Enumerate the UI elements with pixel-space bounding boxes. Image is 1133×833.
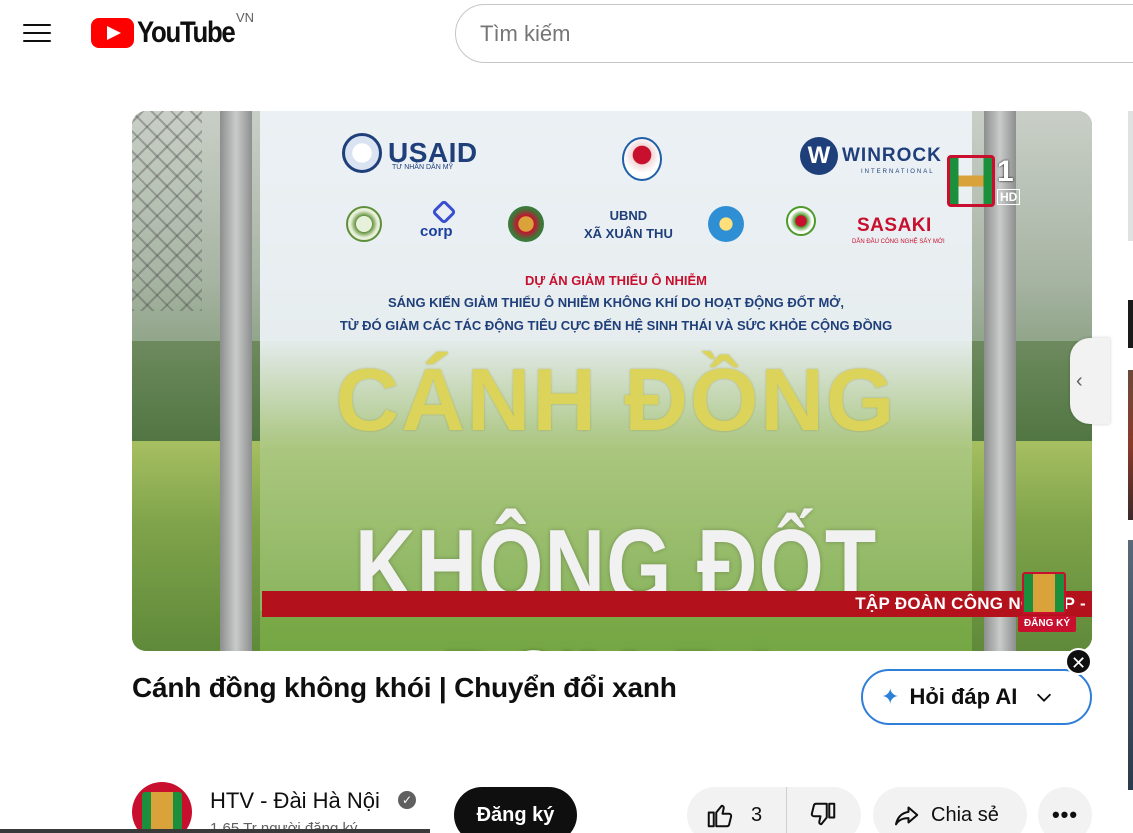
hanoi-h-logo-icon [1022, 572, 1066, 614]
like-dislike-group: 3 [687, 787, 861, 833]
ai-qa-label: Hỏi đáp AI [909, 684, 1018, 709]
ubnd-line-2: XÃ XUÂN THU [584, 225, 673, 241]
billboard-headline-2: KHÔNG ĐỐT RƠM RẠ [354, 507, 878, 651]
youtube-logo[interactable]: YouTube [91, 16, 250, 50]
vietnam-emblem-logo [622, 137, 662, 181]
chevron-down-icon [1037, 693, 1052, 702]
subscribe-watermark[interactable]: ĐĂNG KÝ [1018, 572, 1076, 632]
like-count: 3 [751, 803, 763, 826]
women-union-logo [708, 206, 744, 242]
project-line-2: SÁNG KIẾN GIẢM THIỂU Ô NHIỄM KHÔNG KHÍ D… [388, 295, 844, 310]
like-button[interactable]: 3 [687, 787, 787, 833]
billboard-headline-1: CÁNH ĐỒNG [335, 350, 897, 449]
hanoi-h-logo-icon [142, 792, 182, 832]
billboard-pole-left [220, 111, 252, 651]
winrock-w-icon: W [800, 137, 838, 175]
hanoi-h-logo-icon [947, 155, 995, 207]
winrock-subtext: INTERNATIONAL [861, 169, 935, 175]
taskbar-edge [0, 829, 430, 833]
more-actions-button[interactable]: ••• [1038, 787, 1092, 833]
dislike-button[interactable] [787, 787, 859, 833]
winrock-text: WINROCK [842, 145, 942, 166]
channel-name[interactable]: HTV - Đài Hà Nội [210, 788, 380, 814]
hd-badge: HD [997, 189, 1021, 205]
channel-number: 1 [997, 155, 1014, 188]
logo-text: YouTube [137, 16, 236, 49]
subscribe-button[interactable]: Đăng ký [454, 787, 577, 833]
dcorp-play-icon [431, 199, 457, 225]
sidebar-thumbnail[interactable] [1128, 111, 1133, 241]
video-title: Cánh đồng không khói | Chuyển đổi xanh [132, 672, 677, 703]
ubnd-label: UBND XÃ XUÂN THU [584, 207, 673, 242]
country-code: VN [236, 10, 255, 25]
menu-icon[interactable] [19, 17, 55, 49]
dcorp-text: corp [420, 223, 453, 240]
ai-qa-button[interactable]: ✦ Hỏi đáp AI [861, 669, 1092, 725]
sasaki-logo: SASAKI [857, 215, 932, 236]
thumbs-up-icon [707, 804, 733, 828]
close-icon[interactable]: ✕ [1065, 648, 1092, 675]
youtube-watch-page: YouTube VN USAID TỪ NHÂN DÂN MỸ W WINROC… [0, 0, 1133, 833]
chevron-left-icon[interactable]: ‹ [1070, 338, 1110, 424]
cecad-logo [346, 206, 382, 242]
sidebar-thumbnail[interactable] [1128, 370, 1133, 520]
sasaki-subtext: DẪN ĐẦU CÔNG NGHỆ SẤY MỚI [852, 239, 945, 245]
dcorp-logo: corp [420, 199, 468, 243]
video-player[interactable]: USAID TỪ NHÂN DÂN MỸ W WINROCK INTERNATI… [132, 111, 1092, 651]
subscribe-watermark-label: ĐĂNG KÝ [1018, 616, 1076, 632]
sparkle-icon: ✦ [881, 684, 900, 709]
thumbs-down-icon [810, 802, 836, 826]
search-input[interactable] [480, 20, 1133, 47]
ubnd-line-1: UBND [609, 208, 648, 223]
usaid-subtext: TỪ NHÂN DÂN MỸ [392, 164, 454, 171]
verified-check-icon: ✓ [398, 791, 416, 809]
channel-watermark: 1 HD [947, 155, 1023, 209]
share-button[interactable]: Chia sẻ [873, 787, 1027, 833]
sidebar-thumbnail[interactable] [1128, 300, 1133, 348]
green-logo [786, 206, 816, 236]
youtube-play-icon [91, 18, 134, 48]
project-line-1: DỰ ÁN GIẢM THIỂU Ô NHIỄM [525, 273, 707, 288]
share-label: Chia sẻ [931, 803, 999, 826]
search-box[interactable] [455, 4, 1133, 63]
news-ticker: TẬP ĐOÀN CÔNG NGHIỆP - [262, 591, 1092, 617]
usaid-seal-icon [342, 133, 382, 173]
share-icon [895, 806, 919, 826]
channel-avatar[interactable] [132, 782, 192, 833]
commune-emblem-logo [508, 206, 544, 242]
sidebar-thumbnail[interactable] [1128, 540, 1133, 790]
project-line-3: TỪ ĐÓ GIẢM CÁC TÁC ĐỘNG TIÊU CỰC ĐẾN HỆ … [339, 318, 893, 333]
power-tower [132, 111, 202, 311]
